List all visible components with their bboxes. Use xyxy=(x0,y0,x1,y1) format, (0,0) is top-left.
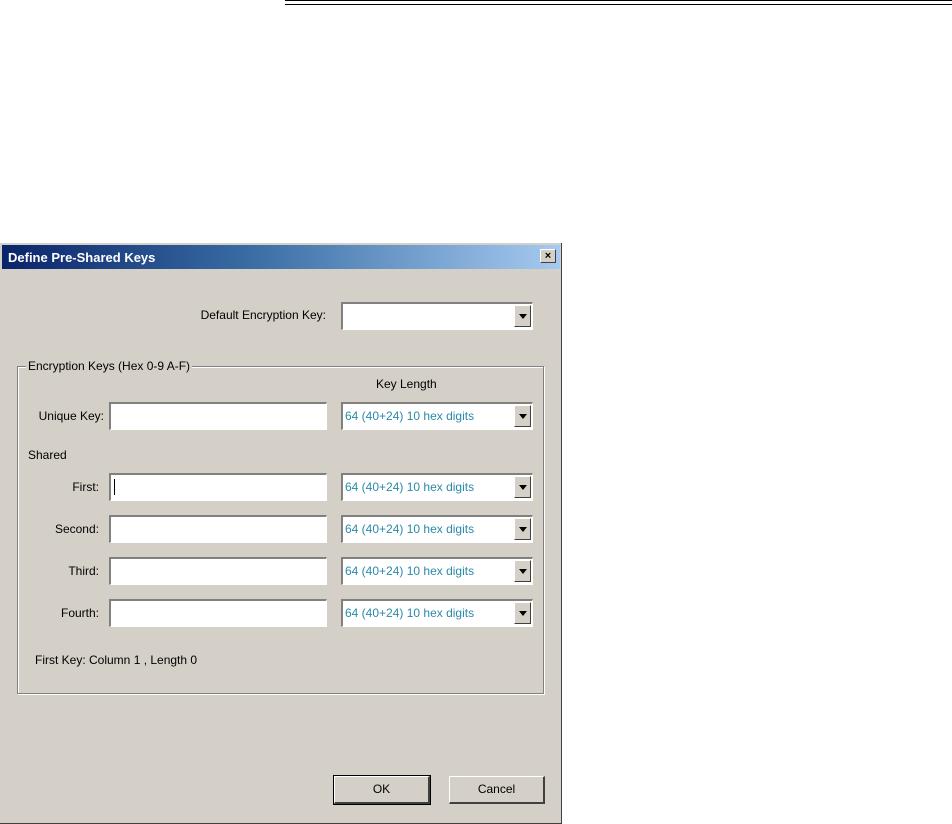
shared-first-length-value: 64 (40+24) 10 hex digits xyxy=(345,480,475,494)
cancel-button[interactable]: Cancel xyxy=(449,776,545,804)
close-button[interactable]: × xyxy=(540,249,556,263)
default-key-label: Default Encryption Key: xyxy=(200,308,326,322)
unique-key-label: Unique Key: xyxy=(38,409,104,423)
shared-third-length-value: 64 (40+24) 10 hex digits xyxy=(345,564,475,578)
dialog-title: Define Pre-Shared Keys xyxy=(8,250,156,265)
shared-third-label: Third: xyxy=(68,564,99,578)
page-rule xyxy=(285,0,952,1)
shared-fourth-length-select[interactable]: 64 (40+24) 10 hex digits xyxy=(341,599,533,627)
chevron-down-icon[interactable] xyxy=(514,476,531,498)
text-cursor xyxy=(114,479,115,495)
page-rule-second xyxy=(285,4,952,5)
shared-fourth-label: Fourth: xyxy=(60,606,99,620)
unique-key-length-select[interactable]: 64 (40+24) 10 hex digits xyxy=(341,402,533,430)
define-pre-shared-keys-dialog: Define Pre-Shared Keys × Default Encrypt… xyxy=(0,243,562,824)
shared-second-label: Second: xyxy=(54,522,99,536)
shared-third-length-select[interactable]: 64 (40+24) 10 hex digits xyxy=(341,557,533,585)
shared-first-input[interactable] xyxy=(109,473,327,501)
unique-key-input[interactable] xyxy=(109,402,327,430)
chevron-down-icon[interactable] xyxy=(514,518,531,540)
chevron-down-icon[interactable] xyxy=(514,560,531,582)
unique-key-length-value: 64 (40+24) 10 hex digits xyxy=(345,409,475,423)
key-length-header: Key Length xyxy=(376,377,437,391)
shared-second-input[interactable] xyxy=(109,515,327,543)
chevron-down-icon[interactable] xyxy=(514,305,531,327)
encryption-keys-group-label: Encryption Keys (Hex 0-9 A-F) xyxy=(26,359,193,373)
close-icon: × xyxy=(544,250,552,262)
shared-third-input[interactable] xyxy=(109,557,327,585)
title-bar[interactable]: Define Pre-Shared Keys × xyxy=(2,245,560,269)
ok-button[interactable]: OK xyxy=(333,775,431,805)
chevron-down-icon[interactable] xyxy=(514,405,531,427)
chevron-down-icon[interactable] xyxy=(514,602,531,624)
shared-second-length-value: 64 (40+24) 10 hex digits xyxy=(345,522,475,536)
shared-first-label: First: xyxy=(72,480,99,494)
shared-fourth-input[interactable] xyxy=(109,599,327,627)
shared-fourth-length-value: 64 (40+24) 10 hex digits xyxy=(345,606,475,620)
status-text: First Key: Column 1 , Length 0 xyxy=(35,653,198,667)
default-key-select[interactable] xyxy=(341,302,533,330)
shared-label: Shared xyxy=(28,448,67,462)
shared-first-length-select[interactable]: 64 (40+24) 10 hex digits xyxy=(341,473,533,501)
shared-second-length-select[interactable]: 64 (40+24) 10 hex digits xyxy=(341,515,533,543)
